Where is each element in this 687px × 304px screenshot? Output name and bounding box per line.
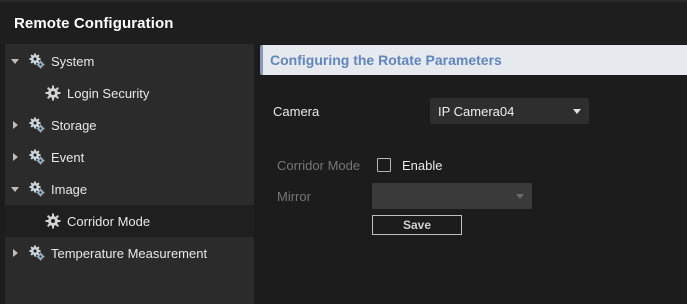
save-button[interactable]: Save: [372, 215, 462, 235]
mirror-select[interactable]: [372, 183, 532, 209]
gear-icon: [29, 117, 45, 133]
camera-label: Camera: [273, 104, 320, 119]
camera-select-value: IP Camera04: [438, 104, 515, 119]
sidebar-item-event[interactable]: Event: [5, 141, 254, 173]
sidebar-item-login-security[interactable]: Login Security: [5, 77, 254, 109]
sidebar-item-storage[interactable]: Storage: [5, 109, 254, 141]
sidebar-item-system[interactable]: System: [5, 45, 254, 77]
gear-icon: [29, 53, 45, 69]
expand-arrow-icon[interactable]: [11, 57, 19, 65]
chevron-down-icon: [573, 109, 581, 114]
title-bar-top-border: [0, 0, 687, 2]
camera-select[interactable]: IP Camera04: [430, 98, 589, 124]
gear-icon: [29, 149, 45, 165]
sidebar-item-temperature-measurement[interactable]: Temperature Measurement: [5, 237, 254, 269]
gear-icon: [29, 181, 45, 197]
sidebar-item-label: Image: [51, 181, 88, 197]
sidebar-item-label: Temperature Measurement: [51, 245, 208, 261]
sidebar-item-label: Storage: [51, 117, 97, 133]
section-header: Configuring the Rotate Parameters: [260, 45, 687, 75]
sidebar-item-label: Event: [51, 149, 85, 165]
section-title: Configuring the Rotate Parameters: [270, 52, 502, 68]
mirror-label: Mirror: [277, 189, 311, 204]
chevron-down-icon: [516, 194, 524, 199]
window-title: Remote Configuration: [14, 15, 174, 32]
sidebar-item-label: Corridor Mode: [67, 213, 151, 229]
gear-icon: [45, 85, 61, 101]
collapse-arrow-icon[interactable]: [11, 153, 19, 161]
sidebar-item-image[interactable]: Image: [5, 173, 254, 205]
title-bar: Remote Configuration: [0, 0, 687, 44]
collapse-arrow-icon[interactable]: [11, 249, 19, 257]
corridor-mode-enable-checkbox[interactable]: [377, 158, 391, 172]
gear-icon: [45, 213, 61, 229]
sidebar-item-label: System: [51, 53, 95, 69]
main-panel: Configuring the Rotate Parameters Camera…: [258, 44, 687, 304]
sidebar-item-label: Login Security: [67, 85, 150, 101]
expand-arrow-icon[interactable]: [11, 185, 19, 193]
sidebar-item-corridor-mode[interactable]: Corridor Mode: [5, 205, 254, 237]
sidebar-tree: System Login Security Storage Event Imag…: [5, 44, 254, 304]
collapse-arrow-icon[interactable]: [11, 121, 19, 129]
corridor-mode-label: Corridor Mode: [277, 158, 361, 173]
gear-icon: [29, 245, 45, 261]
enable-label: Enable: [402, 158, 443, 173]
